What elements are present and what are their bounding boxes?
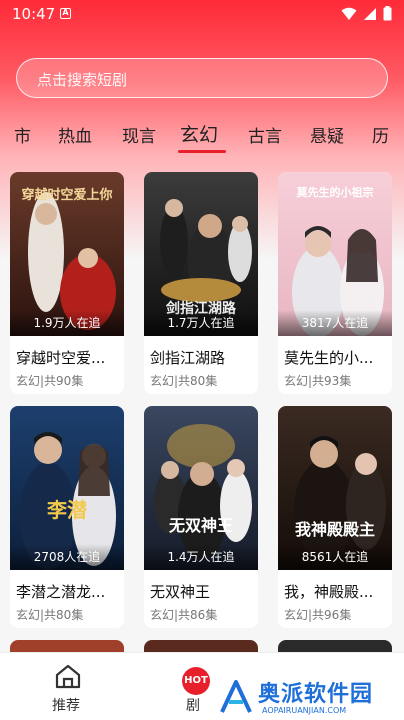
- tab-ancient-romance[interactable]: 古言: [248, 122, 282, 147]
- tab-fantasy[interactable]: 玄幻: [180, 120, 218, 147]
- tab-history[interactable]: 历: [372, 122, 389, 147]
- drama-card[interactable]: 李潜 2708人在追 李潜之潜龙... 玄幻|共80集: [10, 406, 124, 628]
- tab-active-indicator: [178, 150, 226, 153]
- drama-card[interactable]: 莫先生的小祖宗 3817人在追 莫先生的小... 玄幻|共93集: [278, 172, 392, 394]
- nav-label-drama[interactable]: 剧: [186, 695, 200, 715]
- drama-poster: 穿越时空爱上你 1.9万人在追: [10, 172, 124, 336]
- watermark-subtext: AOPAIRUANJIAN.COM: [262, 706, 347, 715]
- category-tabs: 市 热血 现言 玄幻 古言 悬疑 历: [0, 110, 404, 156]
- nav-label-recommend: 推荐: [52, 698, 80, 714]
- drama-title: 剑指江湖路: [150, 349, 226, 367]
- drama-poster: 李潜 2708人在追: [10, 406, 124, 570]
- follow-count: 2708人在追: [33, 550, 101, 564]
- drama-meta: 玄幻|共86集: [150, 608, 218, 622]
- poster-title: 李潜: [47, 498, 87, 522]
- signal-icon: [364, 7, 376, 20]
- drama-meta: 玄幻|共96集: [284, 608, 352, 622]
- drama-poster: 剑指江湖路 1.7万人在追: [144, 172, 258, 336]
- drama-card[interactable]: 我神殿殿主 8561人在追 我，神殿殿... 玄幻|共96集: [278, 406, 392, 628]
- follow-count: 1.9万人在追: [33, 316, 101, 330]
- drama-title: 我，神殿殿...: [284, 583, 374, 601]
- status-icons: [341, 6, 392, 21]
- drama-title: 莫先生的小...: [284, 349, 374, 367]
- drama-card-partial[interactable]: [278, 640, 392, 652]
- follow-count: 8561人在追: [301, 550, 369, 564]
- drama-card[interactable]: 穿越时空爱上你 1.9万人在追 穿越时空爱... 玄幻|共90集: [10, 172, 124, 394]
- drama-poster: 无双神王 1.4万人在追: [144, 406, 258, 570]
- battery-icon: [383, 6, 392, 21]
- drama-meta: 玄幻|共93集: [284, 374, 352, 388]
- drama-meta: 玄幻|共80集: [16, 608, 84, 622]
- drama-card[interactable]: 剑指江湖路 1.7万人在追 剑指江湖路 玄幻|共80集: [144, 172, 258, 394]
- poster-title: 无双神王: [168, 516, 233, 535]
- watermark: 奥派软件园 AOPAIRUANJIAN.COM: [214, 676, 404, 720]
- status-time: 10:47: [12, 5, 56, 23]
- follow-count: 3817人在追: [301, 316, 369, 330]
- drama-meta: 玄幻|共90集: [16, 374, 84, 388]
- drama-card[interactable]: 无双神王 1.4万人在追 无双神王 玄幻|共86集: [144, 406, 258, 628]
- home-icon: [55, 664, 81, 689]
- drama-title: 李潜之潜龙...: [16, 583, 106, 601]
- poster-title: 穿越时空爱上你: [21, 188, 113, 203]
- tab-hot-blood[interactable]: 热血: [58, 122, 92, 147]
- drama-title: 穿越时空爱...: [16, 349, 106, 367]
- drama-card-partial[interactable]: [144, 640, 258, 652]
- hot-badge[interactable]: HOT: [182, 667, 210, 695]
- watermark-logo-icon: [220, 680, 252, 713]
- follow-count: 1.7万人在追: [167, 316, 235, 330]
- drama-poster: 莫先生的小祖宗 3817人在追: [278, 172, 392, 336]
- tab-modern-romance[interactable]: 现言: [122, 122, 156, 147]
- watermark-text: 奥派软件园: [258, 682, 374, 707]
- poster-title: 我神殿殿主: [294, 520, 375, 539]
- status-bar: 10:47 A: [0, 0, 404, 28]
- nav-item-recommend[interactable]: 推荐: [48, 661, 88, 717]
- follow-count: 1.4万人在追: [167, 550, 235, 564]
- search-placeholder: 点击搜索短剧: [37, 71, 128, 89]
- tab-urban[interactable]: 市: [14, 122, 31, 147]
- drama-title: 无双神王: [150, 583, 211, 601]
- drama-card-partial[interactable]: [10, 640, 124, 652]
- drama-poster: 我神殿殿主 8561人在追: [278, 406, 392, 570]
- tab-mystery[interactable]: 悬疑: [310, 122, 344, 147]
- drama-meta: 玄幻|共80集: [150, 374, 218, 388]
- notification-icon: A: [60, 8, 71, 19]
- poster-title: 莫先生的小祖宗: [296, 186, 374, 199]
- wifi-icon: [341, 7, 357, 20]
- search-input[interactable]: 点击搜索短剧: [16, 58, 388, 98]
